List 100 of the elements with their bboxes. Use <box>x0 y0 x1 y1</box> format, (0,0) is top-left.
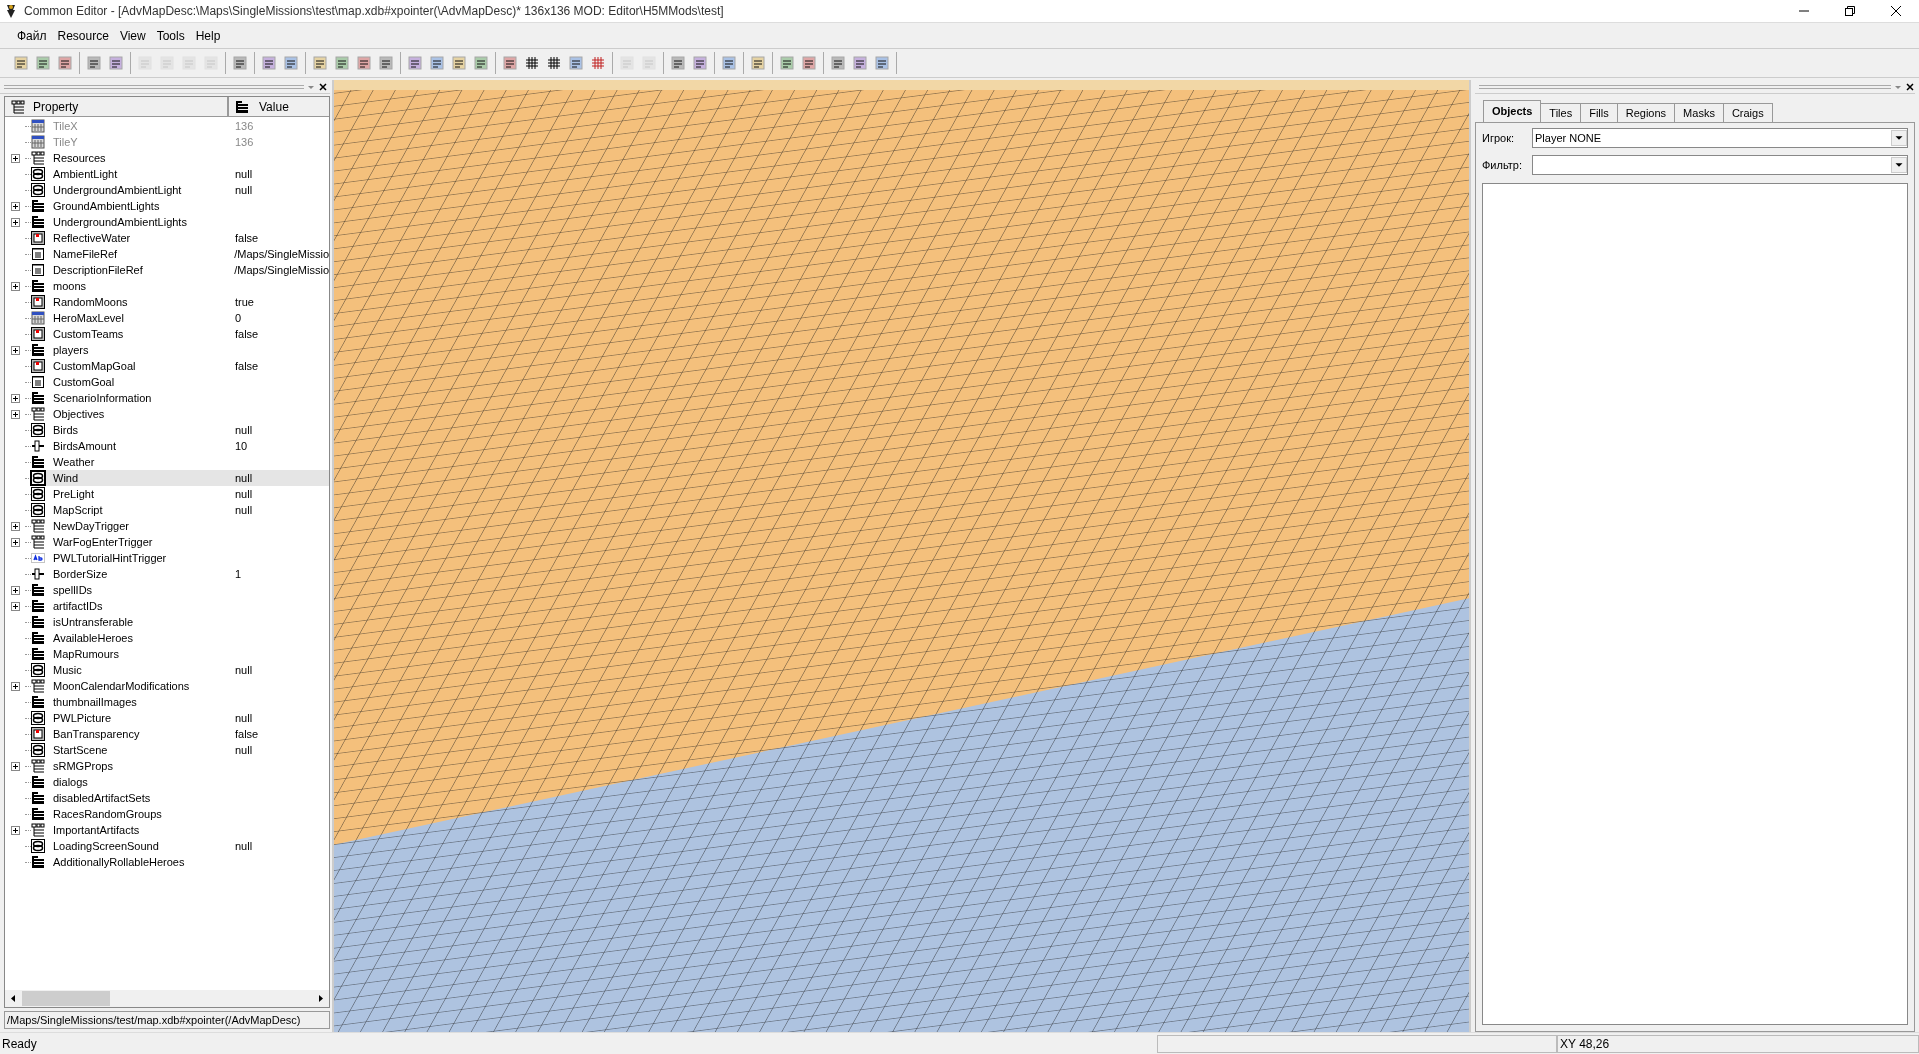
expand-icon[interactable] <box>10 281 20 291</box>
dropdown-field[interactable]: Player NONE <box>1532 128 1908 148</box>
property-row[interactable]: PreLight null <box>5 486 329 502</box>
property-row[interactable]: WarFogEnterTrigger <box>5 534 329 550</box>
property-row[interactable]: Birds null <box>5 422 329 438</box>
expand-icon[interactable] <box>10 585 20 595</box>
property-row[interactable]: thumbnailImages <box>5 694 329 710</box>
tab[interactable]: Regions <box>1616 103 1676 122</box>
column-header[interactable]: Property <box>5 97 229 116</box>
column-header[interactable]: Value <box>229 97 329 116</box>
property-row[interactable]: CustomTeams false <box>5 326 329 342</box>
property-row[interactable]: UndergroundAmbientLights <box>5 214 329 230</box>
column-label: Property <box>33 98 79 116</box>
dropdown-field[interactable] <box>1532 155 1908 175</box>
property-row[interactable]: dialogs <box>5 774 329 790</box>
expand-icon[interactable] <box>10 201 20 211</box>
property-row[interactable]: NameFileRef /Maps/SingleMissio <box>5 246 329 262</box>
menu-item[interactable]: View <box>114 26 151 45</box>
tab[interactable]: Craigs <box>1722 103 1773 122</box>
property-row[interactable]: GroundAmbientLights <box>5 198 329 214</box>
menu-item[interactable]: Файл <box>12 26 52 45</box>
menu-item[interactable]: Resource <box>52 26 114 45</box>
property-row[interactable]: DescriptionFileRef /Maps/SingleMissio <box>5 262 329 278</box>
expand-icon[interactable] <box>10 217 20 227</box>
property-value: null <box>235 838 253 854</box>
property-name: disabledArtifactSets <box>53 790 151 806</box>
grid-icon <box>31 135 45 149</box>
property-row[interactable]: artifactIDs <box>5 598 329 614</box>
grid-icon <box>31 311 45 325</box>
property-row[interactable]: AvailableHeroes <box>5 630 329 646</box>
property-row[interactable]: MoonCalendarModifications <box>5 678 329 694</box>
property-name: Wind <box>53 470 79 486</box>
menu-item[interactable]: Tools <box>151 26 190 45</box>
property-row[interactable]: spellIDs <box>5 582 329 598</box>
property-row[interactable]: Resources <box>5 150 329 166</box>
property-row[interactable]: ScenarioInformation <box>5 390 329 406</box>
property-row[interactable]: AdditionallyRollableHeroes <box>5 854 329 870</box>
property-row[interactable]: Weather <box>5 454 329 470</box>
property-row[interactable]: ReflectiveWater false <box>5 230 329 246</box>
ring-icon <box>31 167 45 181</box>
tab[interactable]: Objects <box>1483 100 1542 122</box>
path-field: /Maps/SingleMissions/test/map.xdb#xpointer(/AdvMapDesc) <box>4 1011 330 1029</box>
property-row[interactable]: BirdsAmount 10 <box>5 438 329 454</box>
property-name: isUntransferable <box>53 614 134 630</box>
property-row[interactable]: LoadingScreenSound null <box>5 838 329 854</box>
property-row[interactable]: CustomGoal <box>5 374 329 390</box>
property-row[interactable]: MapScript null <box>5 502 329 518</box>
expand-icon[interactable] <box>10 601 20 611</box>
expand-icon[interactable] <box>10 681 20 691</box>
status-message: Ready <box>1 1035 38 1053</box>
property-row[interactable]: Objectives <box>5 406 329 422</box>
property-row[interactable]: isUntransferable <box>5 614 329 630</box>
property-row[interactable]: StartScene null <box>5 742 329 758</box>
property-row[interactable]: UndergroundAmbientLight null <box>5 182 329 198</box>
property-name: UndergroundAmbientLight <box>53 182 182 198</box>
restore-icon[interactable] <box>1845 6 1855 16</box>
close-icon[interactable] <box>318 81 328 92</box>
close-icon[interactable] <box>1905 81 1915 92</box>
expand-icon[interactable] <box>10 393 20 403</box>
expand-icon[interactable] <box>10 345 20 355</box>
menu-item[interactable]: Help <box>190 26 226 45</box>
property-row[interactable]: moons <box>5 278 329 294</box>
property-row[interactable]: ImportantArtifacts <box>5 822 329 838</box>
property-row[interactable]: PWLPicture null <box>5 710 329 726</box>
property-row[interactable]: AmbientLight null <box>5 166 329 182</box>
property-name: TileY <box>53 134 78 150</box>
property-name: thumbnailImages <box>53 694 137 710</box>
property-name: BanTransparency <box>53 726 140 742</box>
expand-icon[interactable] <box>10 537 20 547</box>
expand-icon[interactable] <box>10 521 20 531</box>
property-value: false <box>235 326 259 342</box>
property-name: CustomGoal <box>53 374 115 390</box>
slider-icon <box>31 439 45 453</box>
expand-icon[interactable] <box>10 825 20 835</box>
property-row[interactable]: PWLTutorialHintTrigger <box>5 550 329 566</box>
property-name: spellIDs <box>53 582 93 598</box>
property-value: true <box>235 294 254 310</box>
property-row[interactable]: disabledArtifactSets <box>5 790 329 806</box>
property-row[interactable]: RandomMoons true <box>5 294 329 310</box>
property-row[interactable]: BanTransparency false <box>5 726 329 742</box>
horizontal-scrollbar[interactable] <box>5 990 329 1007</box>
scroll-thumb[interactable] <box>22 991 110 1006</box>
expand-icon[interactable] <box>10 409 20 419</box>
property-name: StartScene <box>53 742 108 758</box>
property-row[interactable]: NewDayTrigger <box>5 518 329 534</box>
property-row[interactable]: players <box>5 342 329 358</box>
expand-icon[interactable] <box>10 153 20 163</box>
property-row[interactable]: RacesRandomGroups <box>5 806 329 822</box>
property-row[interactable]: sRMGProps <box>5 758 329 774</box>
ring-icon <box>31 503 45 517</box>
property-name: NameFileRef <box>52 246 118 262</box>
expand-icon[interactable] <box>10 761 20 771</box>
property-name: WarFogEnterTrigger <box>53 534 153 550</box>
close-icon[interactable] <box>1891 6 1901 16</box>
property-row[interactable]: CustomMapGoal false <box>5 358 329 374</box>
property-row[interactable]: MapRumours <box>5 646 329 662</box>
property-row[interactable]: BorderSize 1 <box>5 566 329 582</box>
property-row[interactable]: Music null <box>5 662 329 678</box>
property-row[interactable]: HeroMaxLevel 0 <box>5 310 329 326</box>
property-name: PWLTutorialHintTrigger <box>53 550 167 566</box>
